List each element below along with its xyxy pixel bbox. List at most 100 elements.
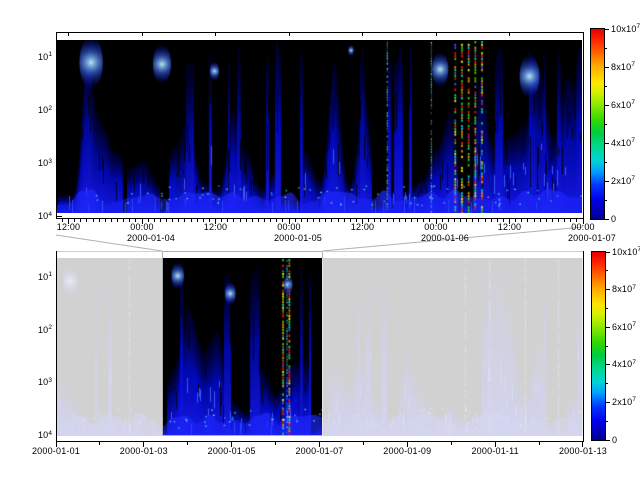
colorbar-major-tick [606,327,610,328]
y-minor-tick [57,179,60,180]
exponent: 2 [48,324,52,331]
x-minor-tick [460,219,461,222]
exponent: 1 [48,51,52,58]
y-minor-tick [57,126,60,127]
exponent: 7 [637,23,640,30]
colorbar-major-tick [606,289,610,290]
exponent: 7 [632,321,636,328]
dimmed-range-right [322,258,583,436]
colorbar-major-tick [605,219,609,220]
y-tick-label: 104 [22,211,52,221]
y-tick-label: 103 [22,377,52,387]
x-minor-tick [485,219,486,222]
colorbar-tick-label: 6x107 [612,322,640,332]
colorbar-minor-tick [605,86,607,87]
x-date-label: 2000-01-06 [415,233,475,243]
x-tick-label: 2000-01-03 [114,446,174,456]
x-minor-tick [558,219,559,222]
colorbar-major-tick [606,402,610,403]
x-minor-tick [178,219,179,222]
colorbar-major-tick [605,181,609,182]
colorbar-tick-label: 8x107 [611,62,640,72]
x-tick-label: 2000-01-09 [377,446,437,456]
x-minor-tick [552,219,553,222]
x-minor-tick [105,219,106,222]
x-minor-tick [478,219,479,222]
y-minor-tick [57,115,60,116]
x-minor-tick [539,442,540,445]
x-tick-label: 12:00 [490,222,530,232]
colorbar-major-tick [606,440,610,441]
colorbar-minor-tick [606,308,608,309]
x-major-tick-top [362,33,363,36]
x-minor-tick [93,219,94,222]
y-minor-tick [57,165,60,166]
colorbar-minor-tick [606,270,608,271]
x-tick-label: 00:00 [269,222,309,232]
colorbar-minor-tick [605,162,607,163]
x-minor-tick [275,442,276,445]
x-minor-tick [363,442,364,445]
x-minor-tick [319,219,320,222]
y-tick-label: 104 [22,430,52,440]
x-tick-label: 12:00 [343,222,383,232]
y-minor-tick [57,122,60,123]
x-major-tick-top [68,33,69,36]
y-minor-tick [57,62,60,63]
x-tick-label: 2000-01-05 [202,446,262,456]
y-minor-tick [57,147,60,148]
x-tick-label: 2000-01-11 [465,446,525,456]
y-major-tick [57,216,62,217]
spectrogram-figure: 12:0000:0012:0000:0012:0000:0012:0000:00… [0,0,640,480]
y-minor-tick [57,191,60,192]
x-minor-tick [117,219,118,222]
x-minor-tick [111,219,112,222]
x-tick-label: 12:00 [196,222,236,232]
y-minor-tick [57,94,60,95]
x-minor-tick [191,219,192,222]
x-major-tick-top [142,33,143,36]
y-tick-label: 102 [22,325,52,335]
exponent: 7 [631,99,635,106]
x-tick-label: 00:00 [122,222,162,232]
exponent: 4 [48,430,52,437]
x-minor-tick [466,219,467,222]
x-date-label: 2000-01-05 [268,233,328,243]
colorbar-tick-label: 0 [611,214,640,224]
x-date-label: 2000-01-04 [121,233,181,243]
colorbar-major-tick [605,105,609,106]
x-minor-tick [246,219,247,222]
y-minor-tick [57,78,60,79]
colorbar-tick-label: 10x107 [612,247,640,257]
y-minor-tick [57,65,60,66]
y-tick-label: 102 [22,105,52,115]
x-minor-tick [331,219,332,222]
y-tick-label: 101 [22,272,52,282]
colorbar-minor-tick [606,346,608,347]
colorbar-minor-tick [605,124,607,125]
hidden-top-border-left [57,251,162,252]
x-major-tick-top [436,33,437,36]
x-minor-tick [252,219,253,222]
time-range-selection-box[interactable] [162,251,323,436]
x-date-label: 2000-01-07 [562,233,622,243]
dimmed-range-left [57,258,162,436]
exponent: 7 [632,284,636,291]
exponent: 7 [631,61,635,68]
x-minor-tick [338,219,339,222]
x-minor-tick [472,219,473,222]
y-minor-tick [57,112,60,113]
y-minor-tick [57,138,60,139]
colorbar-tick-label: 4x107 [611,138,640,148]
y-minor-tick [57,184,60,185]
x-minor-tick [99,442,100,445]
x-minor-tick [258,219,259,222]
x-minor-tick [393,219,394,222]
exponent: 7 [631,175,635,182]
x-minor-tick [166,219,167,222]
y-minor-tick [57,85,60,86]
colorbar-top [590,28,605,220]
colorbar-minor-tick [605,200,607,201]
exponent: 7 [632,359,636,366]
colorbar-minor-tick [606,383,608,384]
